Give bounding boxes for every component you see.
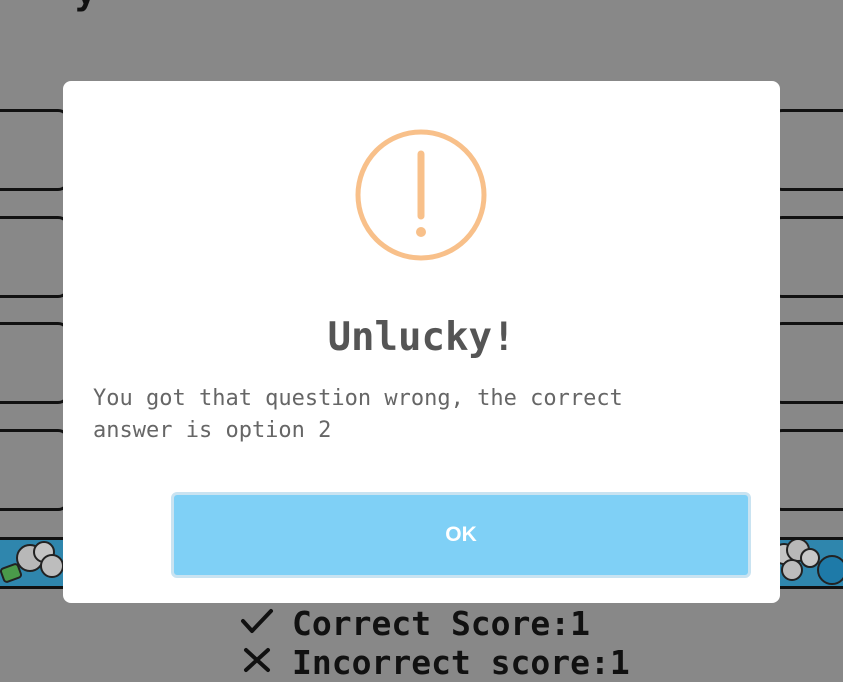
result-alert-dialog: Unlucky! You got that question wrong, th… bbox=[63, 81, 780, 603]
question-title-fragment: y bbox=[75, 0, 97, 13]
answer-option-2-right-edge[interactable] bbox=[770, 216, 843, 298]
answer-option-2-left-edge[interactable] bbox=[0, 216, 70, 298]
answer-option-3-right-edge[interactable] bbox=[770, 322, 843, 404]
answer-option-1-left-edge[interactable] bbox=[0, 109, 70, 191]
incorrect-score-label: Incorrect score:1 bbox=[292, 643, 630, 682]
dialog-title: Unlucky! bbox=[327, 315, 516, 360]
decorative-banner-left bbox=[0, 537, 70, 589]
correct-score: Correct Score:1 bbox=[240, 604, 590, 643]
answer-option-4-left-edge[interactable] bbox=[0, 429, 70, 511]
warning-icon bbox=[354, 128, 488, 262]
correct-score-label: Correct Score:1 bbox=[292, 604, 591, 643]
answer-option-3-left-edge[interactable] bbox=[0, 322, 70, 404]
answer-option-4-right-edge[interactable] bbox=[770, 429, 843, 511]
incorrect-score: Incorrect score:1 bbox=[240, 643, 630, 682]
dialog-message: You got that question wrong, the correct… bbox=[93, 386, 623, 443]
checkmark-icon bbox=[240, 604, 274, 643]
answer-option-1-right-edge[interactable] bbox=[770, 109, 843, 191]
ok-button[interactable]: OK bbox=[171, 492, 751, 578]
decorative-banner-right bbox=[770, 537, 843, 589]
cloud-pattern-icon bbox=[0, 540, 70, 586]
cloud-pattern-icon bbox=[770, 540, 843, 586]
cross-icon bbox=[240, 643, 274, 682]
